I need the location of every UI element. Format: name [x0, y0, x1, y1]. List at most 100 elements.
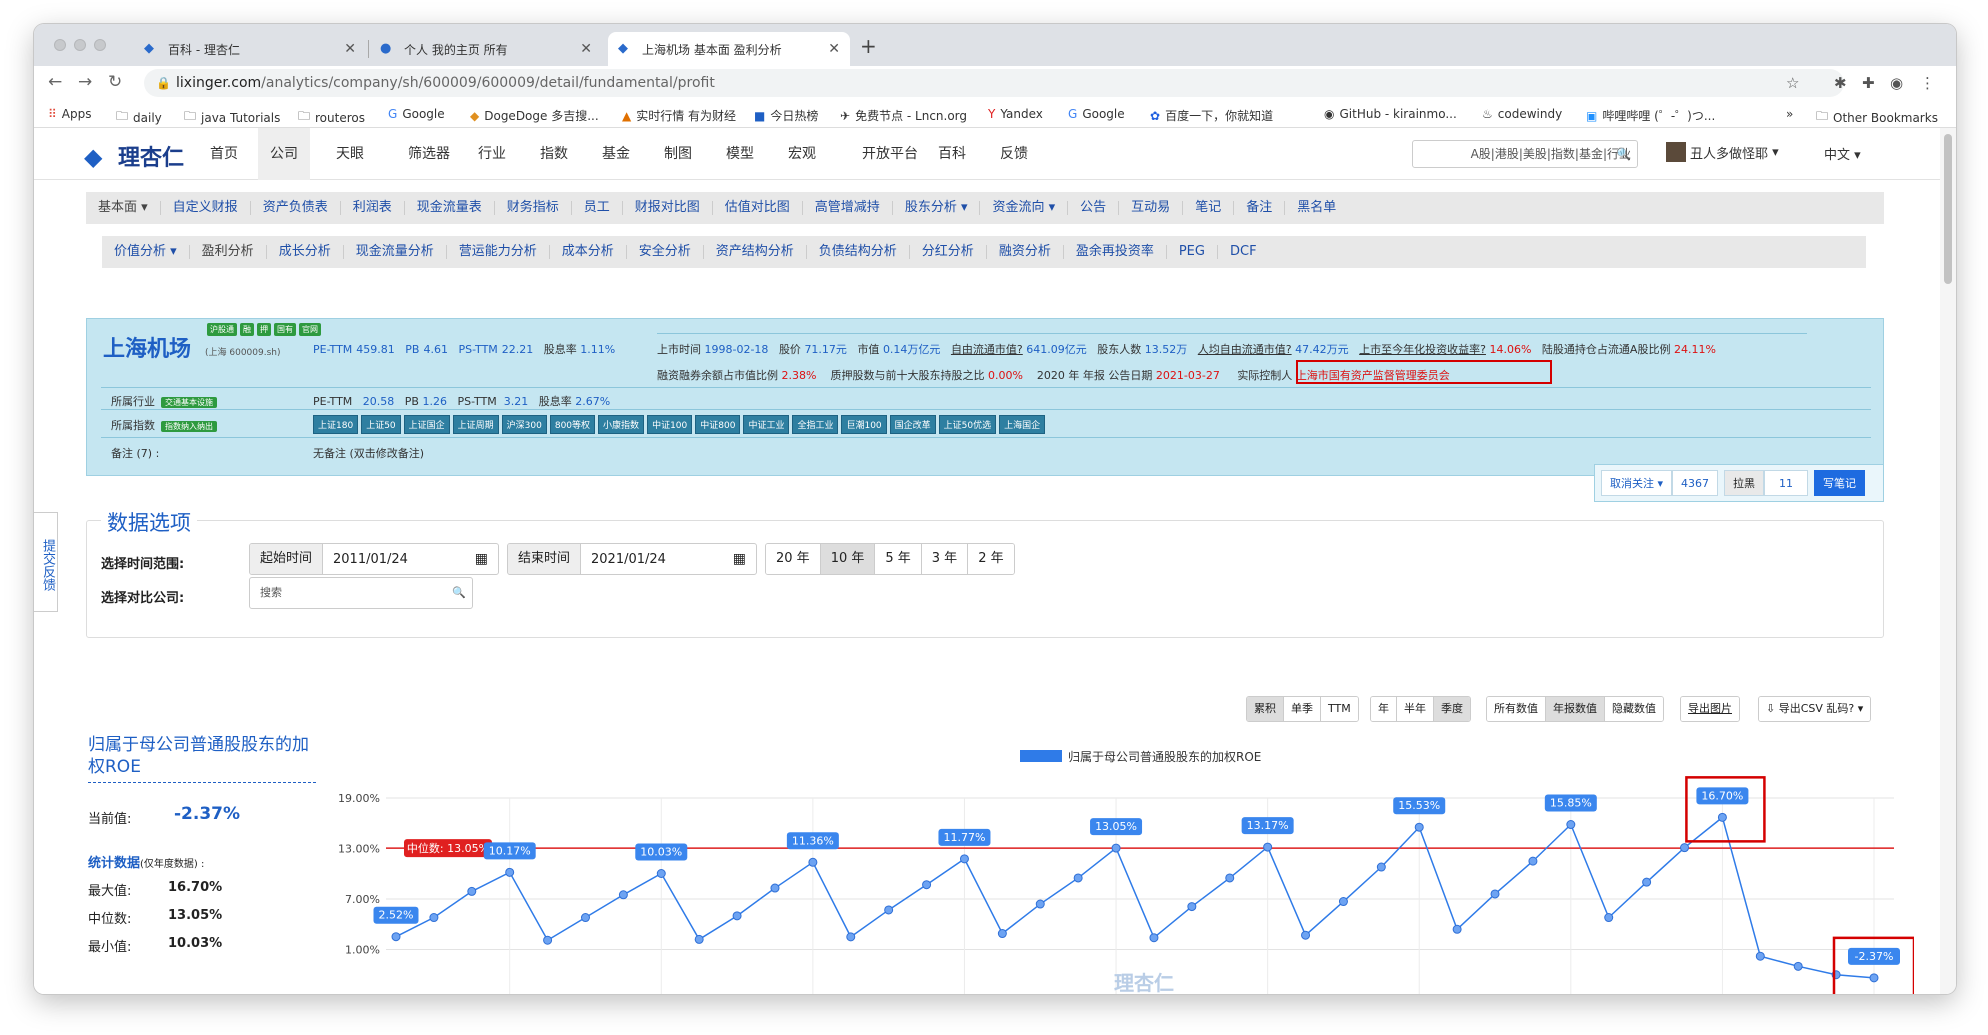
subnav-item[interactable]: 自定义财报 [161, 201, 251, 215]
extension-icon[interactable]: ✱ [1834, 74, 1847, 92]
data-point[interactable] [1035, 899, 1045, 909]
span-button[interactable]: 20 年 [766, 544, 821, 574]
data-point[interactable] [1452, 924, 1462, 934]
data-point[interactable] [1680, 843, 1690, 853]
start-date-input[interactable]: 起始时间 2011/01/24 ▦ [249, 543, 499, 575]
data-point[interactable] [1604, 913, 1614, 923]
data-point[interactable] [1225, 873, 1235, 883]
analysis-tab[interactable]: 盈利分析 [190, 245, 267, 259]
data-point[interactable] [1263, 842, 1273, 852]
nav-item[interactable]: 天眼 [324, 128, 376, 180]
data-point[interactable] [1642, 877, 1652, 887]
calendar-icon[interactable]: ▦ [733, 551, 756, 567]
bookmark-daily[interactable]: 🗀 daily [116, 107, 162, 128]
legend-swatch[interactable] [1020, 750, 1062, 762]
company-badge[interactable]: 沪股通 [207, 323, 237, 336]
analysis-tab[interactable]: 现金流量分析 [344, 245, 447, 259]
data-point[interactable] [884, 905, 894, 915]
analysis-tab[interactable]: 资产结构分析 [704, 245, 807, 259]
bookmark-dogedoge[interactable]: ◆ DogeDoge 多吉搜... [470, 107, 599, 124]
feedback-tab[interactable]: 提交反馈 [34, 512, 58, 612]
subnav-item[interactable]: 资产负债表 [251, 201, 341, 215]
back-icon[interactable]: ← [48, 72, 62, 92]
data-point[interactable] [1793, 961, 1803, 971]
bookmark-youwei[interactable]: ▲ 实时行情 有为财经 [622, 107, 736, 124]
close-icon[interactable]: ✕ [580, 41, 592, 57]
index-tag-item[interactable]: 上证50 [361, 415, 401, 434]
nav-item[interactable]: 筛选器 [396, 128, 462, 180]
data-point[interactable] [1566, 820, 1576, 830]
reload-icon[interactable]: ↻ [108, 72, 122, 92]
index-tag-item[interactable]: 上证50优选 [938, 415, 997, 434]
index-tag-item[interactable]: 上海国企 [999, 415, 1046, 434]
analysis-tab[interactable]: 分红分析 [910, 245, 987, 259]
data-point[interactable] [429, 913, 439, 923]
nav-item[interactable]: 反馈 [988, 128, 1040, 180]
data-point[interactable] [1073, 873, 1083, 883]
data-point[interactable] [391, 932, 401, 942]
index-tag-item[interactable]: 800等权 [549, 415, 596, 434]
data-point[interactable] [1376, 862, 1386, 872]
star-icon[interactable]: ☆ [1786, 74, 1799, 92]
bookmark-lncn[interactable]: ✈ 免费节点 - Lncn.org [840, 107, 967, 124]
bookmark-apps[interactable]: ⠿ Apps [48, 107, 92, 121]
data-point[interactable] [1338, 897, 1348, 907]
data-point[interactable] [656, 868, 666, 878]
nav-item[interactable]: 制图 [652, 128, 704, 180]
subnav-item[interactable]: 估值对比图 [713, 201, 803, 215]
index-tag-item[interactable]: 全指工业 [792, 415, 839, 434]
index-tag-item[interactable]: 巨潮100 [841, 415, 887, 434]
subnav-item[interactable]: 财务指标 [495, 201, 572, 215]
bookmark-yandex[interactable]: Y Yandex [988, 107, 1043, 121]
data-point[interactable] [1187, 902, 1197, 912]
index-tag-item[interactable]: 中证800 [695, 415, 741, 434]
data-point[interactable] [732, 911, 742, 921]
bookmark-codewindy[interactable]: ♨ codewindy [1482, 107, 1562, 121]
search-icon[interactable]: 🔍 [1616, 141, 1631, 167]
profile-icon[interactable]: ◉ [1890, 74, 1903, 92]
analysis-tab[interactable]: 融资分析 [987, 245, 1064, 259]
industry-tag[interactable]: 交通基本设施 [161, 397, 217, 408]
analysis-tab[interactable]: DCF [1218, 245, 1269, 259]
bookmark-google-2[interactable]: G Google [1068, 107, 1125, 121]
span-button[interactable]: 3 年 [921, 544, 969, 574]
subnav-item[interactable]: 资金流向 ▾ [980, 201, 1069, 215]
bookmark-bilibili[interactable]: ▣ 哔哩哔哩 (゜-゜)つ... [1586, 107, 1715, 124]
bookmark-github[interactable]: ◉ GitHub - kirainmo... [1324, 107, 1457, 121]
data-point[interactable] [543, 935, 553, 945]
analysis-tab[interactable]: 成本分析 [550, 245, 627, 259]
bookmark-tophub[interactable]: ■ 今日热榜 [754, 107, 818, 124]
data-point[interactable] [1490, 889, 1500, 899]
nav-item[interactable]: 行业 [466, 128, 518, 180]
minimize-window-button[interactable] [74, 39, 86, 51]
subnav-item[interactable]: 股东分析 ▾ [893, 201, 981, 215]
forward-icon[interactable]: → [78, 72, 92, 92]
company-badge[interactable]: 押 [257, 323, 271, 336]
analysis-tab[interactable]: 价值分析 ▾ [102, 245, 190, 259]
nav-item[interactable]: 指数 [528, 128, 580, 180]
span-button[interactable]: 10 年 [820, 544, 876, 574]
data-point[interactable] [1528, 856, 1538, 866]
data-point[interactable] [1414, 822, 1424, 832]
url-field[interactable]: 🔒 lixinger.com/analytics/company/sh/60000… [144, 69, 1844, 97]
site-search-input[interactable]: A股|港股|美股|指数|基金|行业 🔍 [1412, 140, 1638, 168]
close-icon[interactable]: ✕ [344, 41, 356, 57]
nav-item[interactable]: 模型 [714, 128, 766, 180]
nav-item[interactable]: 首页 [198, 128, 250, 180]
subnav-item[interactable]: 员工 [572, 201, 623, 215]
subnav-item[interactable]: 基本面 ▾ [86, 201, 161, 215]
analysis-tab[interactable]: 营运能力分析 [447, 245, 550, 259]
site-logo[interactable]: ◆ 理杏仁 [84, 140, 184, 172]
subnav-item[interactable]: 利润表 [341, 201, 405, 215]
menu-icon[interactable]: ⋮ [1920, 74, 1935, 92]
data-point[interactable] [467, 886, 477, 896]
search-icon[interactable]: 🔍 [452, 578, 466, 608]
subnav-item[interactable]: 财报对比图 [623, 201, 713, 215]
data-point[interactable] [808, 857, 818, 867]
index-tag-item[interactable]: 中证工业 [743, 415, 790, 434]
browser-tab-1[interactable]: ◆ 百科 - 理杏仁 ✕ [134, 32, 366, 66]
nav-item[interactable]: 基金 [590, 128, 642, 180]
index-tag-item[interactable]: 上证周期 [452, 415, 499, 434]
data-point[interactable] [1111, 843, 1121, 853]
nav-item[interactable]: 宏观 [776, 128, 828, 180]
